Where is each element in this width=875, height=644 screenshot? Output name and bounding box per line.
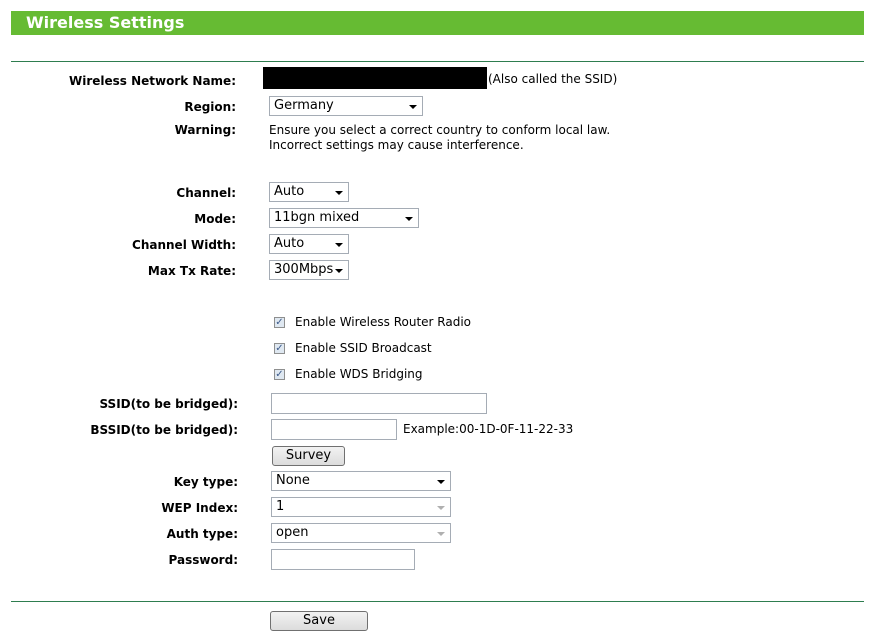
region-value: Germany xyxy=(274,98,334,113)
region-select[interactable]: Germany xyxy=(269,96,423,116)
enable-ssid-broadcast-checkbox[interactable]: ✓ xyxy=(274,343,285,354)
auth-type-value: open xyxy=(276,525,309,540)
page-title-bar: Wireless Settings xyxy=(11,11,864,35)
bridged-bssid-input[interactable] xyxy=(271,419,397,440)
auth-type-select[interactable]: open xyxy=(271,523,451,543)
chevron-down-icon xyxy=(437,506,445,510)
bssid-example: Example:00-1D-0F-11-22-33 xyxy=(403,422,574,436)
chevron-down-icon xyxy=(409,105,417,109)
survey-button[interactable]: Survey xyxy=(272,446,345,466)
bridged-bssid-label: BSSID(to be bridged): xyxy=(90,423,238,437)
key-type-value: None xyxy=(276,473,310,488)
wep-index-value: 1 xyxy=(276,499,285,514)
channel-select[interactable]: Auto xyxy=(269,182,349,202)
enable-radio-checkbox[interactable]: ✓ xyxy=(274,317,285,328)
key-type-label: Key type: xyxy=(173,475,238,489)
bridged-ssid-input[interactable] xyxy=(271,393,487,414)
top-divider xyxy=(11,61,864,62)
warning-line-1: Ensure you select a correct country to c… xyxy=(269,123,611,137)
wep-index-select[interactable]: 1 xyxy=(271,497,451,517)
chevron-down-icon xyxy=(405,217,413,221)
warning-label: Warning: xyxy=(174,123,236,137)
mode-select[interactable]: 11bgn mixed xyxy=(269,208,419,228)
region-label: Region: xyxy=(184,100,236,114)
enable-wds-label: Enable WDS Bridging xyxy=(295,367,423,381)
channel-width-select[interactable]: Auto xyxy=(269,234,349,254)
chevron-down-icon xyxy=(335,243,343,247)
key-type-select[interactable]: None xyxy=(271,471,451,491)
channel-width-value: Auto xyxy=(274,236,305,251)
bottom-divider xyxy=(11,601,864,602)
mode-value: 11bgn mixed xyxy=(274,210,360,225)
chevron-down-icon xyxy=(335,191,343,195)
channel-width-label: Channel Width: xyxy=(132,238,236,252)
wep-index-label: WEP Index: xyxy=(161,501,238,515)
auth-type-label: Auth type: xyxy=(166,527,238,541)
chevron-down-icon xyxy=(437,480,445,484)
ssid-hint: (Also called the SSID) xyxy=(488,72,618,86)
save-button[interactable]: Save xyxy=(270,611,368,631)
enable-radio-label: Enable Wireless Router Radio xyxy=(295,315,472,329)
chevron-down-icon xyxy=(437,532,445,536)
enable-wds-checkbox[interactable]: ✓ xyxy=(274,369,285,380)
mode-label: Mode: xyxy=(194,212,236,226)
network-name-label: Wireless Network Name: xyxy=(68,74,236,88)
enable-ssid-broadcast-label: Enable SSID Broadcast xyxy=(295,341,432,355)
password-input[interactable] xyxy=(271,549,415,570)
password-label: Password: xyxy=(168,553,239,567)
max-tx-rate-label: Max Tx Rate: xyxy=(147,264,236,278)
channel-value: Auto xyxy=(274,184,305,199)
page-title: Wireless Settings xyxy=(26,13,185,32)
bridged-ssid-label: SSID(to be bridged): xyxy=(99,397,238,411)
ssid-field-redacted[interactable] xyxy=(263,67,487,89)
warning-line-2: Incorrect settings may cause interferenc… xyxy=(269,138,524,152)
max-tx-rate-value: 300Mbps xyxy=(274,262,334,277)
channel-label: Channel: xyxy=(176,186,236,200)
chevron-down-icon xyxy=(335,269,343,273)
max-tx-rate-select[interactable]: 300Mbps xyxy=(269,260,349,280)
